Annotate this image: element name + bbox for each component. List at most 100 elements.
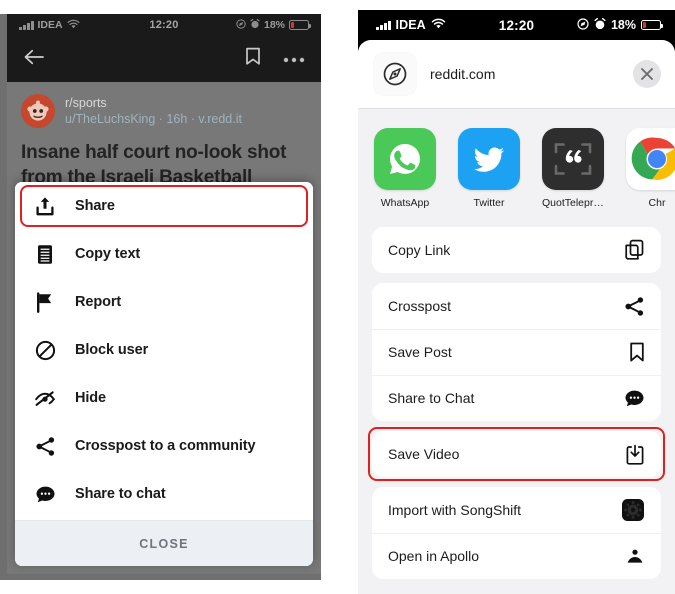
- share-app-label: Twitter: [473, 197, 505, 209]
- subreddit-avatar: [21, 94, 55, 128]
- crosspost-share-icon: [619, 296, 645, 317]
- sheet-divider: [358, 108, 675, 115]
- right-status-right: 18%: [577, 17, 663, 33]
- share-group-4: Import with SongShift Open in Apollo: [372, 487, 661, 579]
- action-item-label: Crosspost to a community: [75, 438, 256, 454]
- battery-icon: [641, 20, 663, 30]
- share-app-label: WhatsApp: [380, 197, 430, 209]
- wifi-icon: [431, 16, 446, 34]
- share-app-twitter[interactable]: Twitter: [458, 128, 520, 209]
- left-nav-actions: [245, 47, 305, 71]
- share-row-import-songshift[interactable]: Import with SongShift: [372, 487, 661, 533]
- post-meta: r/sports u/TheLuchsKing · 16h · v.redd.i…: [65, 96, 242, 126]
- share-row-label: Share to Chat: [388, 390, 475, 406]
- alarm-icon: [250, 18, 260, 32]
- share-row-label: Save Post: [388, 344, 452, 360]
- action-sheet-items: Share Copy text Report Block user Hide C…: [15, 182, 313, 520]
- crosspost-share-icon: [33, 436, 57, 457]
- copy-text-icon: [33, 244, 57, 265]
- action-item-label: Block user: [75, 342, 149, 358]
- right-carrier-label: IDEA: [395, 18, 426, 32]
- share-row-label: Open in Apollo: [388, 548, 480, 564]
- alarm-icon: [594, 17, 606, 33]
- save-video-download-icon: [619, 444, 645, 465]
- whatsapp-icon: [374, 128, 436, 190]
- share-upload-icon: [33, 196, 57, 217]
- location-icon: [236, 18, 246, 32]
- post-byline: u/TheLuchsKing · 16h · v.redd.it: [65, 112, 242, 126]
- action-item-report[interactable]: Report: [15, 278, 313, 326]
- share-sheet-header: reddit.com: [358, 40, 675, 108]
- action-item-label: Share to chat: [75, 486, 166, 502]
- share-group-3: Save Video: [368, 427, 665, 481]
- left-battery-percent: 18%: [263, 19, 285, 31]
- battery-icon: [289, 20, 311, 30]
- share-row-label: Import with SongShift: [388, 502, 522, 518]
- share-row-open-in-apollo[interactable]: Open in Apollo: [372, 533, 661, 579]
- close-button-label: CLOSE: [139, 536, 189, 551]
- post-header: r/sports u/TheLuchsKing · 16h · v.redd.i…: [21, 94, 307, 128]
- twitter-icon: [458, 128, 520, 190]
- share-row-save-post[interactable]: Save Post: [372, 329, 661, 375]
- more-options-icon[interactable]: [283, 50, 305, 68]
- close-button[interactable]: CLOSE: [15, 520, 313, 566]
- hide-eye-slash-icon: [33, 389, 57, 408]
- back-arrow-icon[interactable]: [23, 48, 45, 71]
- share-row-copy-link[interactable]: Copy Link: [372, 227, 661, 273]
- share-source-domain: reddit.com: [430, 66, 496, 82]
- left-phone-screenshot: IDEA 12:20 18% r/sports u/TheLuchsKing ·…: [0, 14, 321, 580]
- share-app-quottelepro[interactable]: QuotTelepro…: [542, 128, 604, 209]
- share-group-1: Copy Link: [372, 227, 661, 273]
- share-row-label: Save Video: [388, 446, 460, 462]
- right-battery-percent: 18%: [610, 18, 636, 32]
- close-x-icon[interactable]: [633, 60, 661, 88]
- location-icon: [577, 17, 589, 33]
- screenshot-root: IDEA 12:20 18% r/sports u/TheLuchsKing ·…: [0, 0, 675, 594]
- chat-bubble-icon: [33, 485, 57, 504]
- songshift-icon: [619, 498, 645, 522]
- bookmark-icon: [619, 342, 645, 362]
- share-app-label: Chr: [648, 197, 666, 209]
- bookmark-icon[interactable]: [245, 47, 261, 71]
- cellular-signal-icon: [376, 20, 391, 30]
- left-phone-screen: IDEA 12:20 18% r/sports u/TheLuchsKing ·…: [7, 14, 321, 574]
- left-status-right: 18%: [236, 18, 311, 32]
- right-status-left: IDEA: [376, 16, 446, 34]
- subreddit-name[interactable]: r/sports: [65, 96, 242, 110]
- share-row-crosspost[interactable]: Crosspost: [372, 283, 661, 329]
- apollo-icon: [619, 546, 645, 566]
- share-app-whatsapp[interactable]: WhatsApp: [374, 128, 436, 209]
- action-item-label: Share: [75, 198, 115, 214]
- quottelepro-icon: [542, 128, 604, 190]
- left-nav-bar: [7, 36, 321, 82]
- share-apps-row: WhatsApp Twitter QuotTelepro… Chr: [358, 115, 675, 219]
- flag-report-icon: [33, 291, 57, 313]
- share-row-label: Crosspost: [388, 298, 452, 314]
- share-row-save-video[interactable]: Save Video: [368, 427, 665, 481]
- block-user-icon: [33, 340, 57, 361]
- ios-share-sheet: reddit.com WhatsApp Twitter QuotTelepro……: [358, 40, 675, 594]
- action-item-hide[interactable]: Hide: [15, 374, 313, 422]
- share-app-label: QuotTelepro…: [542, 197, 604, 209]
- chrome-icon: [626, 128, 675, 190]
- share-group-2: Crosspost Save Post Share to Chat: [372, 283, 661, 421]
- share-row-label: Copy Link: [388, 242, 451, 258]
- right-status-bar: IDEA 12:20 18%: [358, 10, 675, 40]
- action-item-share[interactable]: Share: [15, 182, 313, 230]
- share-action-groups: Copy Link Crosspost Save Post Share to C…: [358, 219, 675, 579]
- action-item-label: Copy text: [75, 246, 141, 262]
- action-item-label: Report: [75, 294, 122, 310]
- highlight-box-share: [20, 185, 308, 227]
- chat-bubble-icon: [619, 389, 645, 408]
- right-phone-screenshot: IDEA 12:20 18% reddit.com WhatsApp Twitt…: [358, 10, 675, 594]
- share-app-chrome[interactable]: Chr: [626, 128, 675, 209]
- share-row-share-to-chat[interactable]: Share to Chat: [372, 375, 661, 421]
- action-item-label: Hide: [75, 390, 107, 406]
- action-item-crosspost[interactable]: Crosspost to a community: [15, 422, 313, 470]
- reddit-action-sheet: Share Copy text Report Block user Hide C…: [15, 182, 313, 566]
- safari-compass-icon: [374, 53, 416, 95]
- action-item-share-to-chat[interactable]: Share to chat: [15, 470, 313, 518]
- action-item-block-user[interactable]: Block user: [15, 326, 313, 374]
- action-item-copy-text[interactable]: Copy text: [15, 230, 313, 278]
- copy-link-icon: [619, 239, 645, 261]
